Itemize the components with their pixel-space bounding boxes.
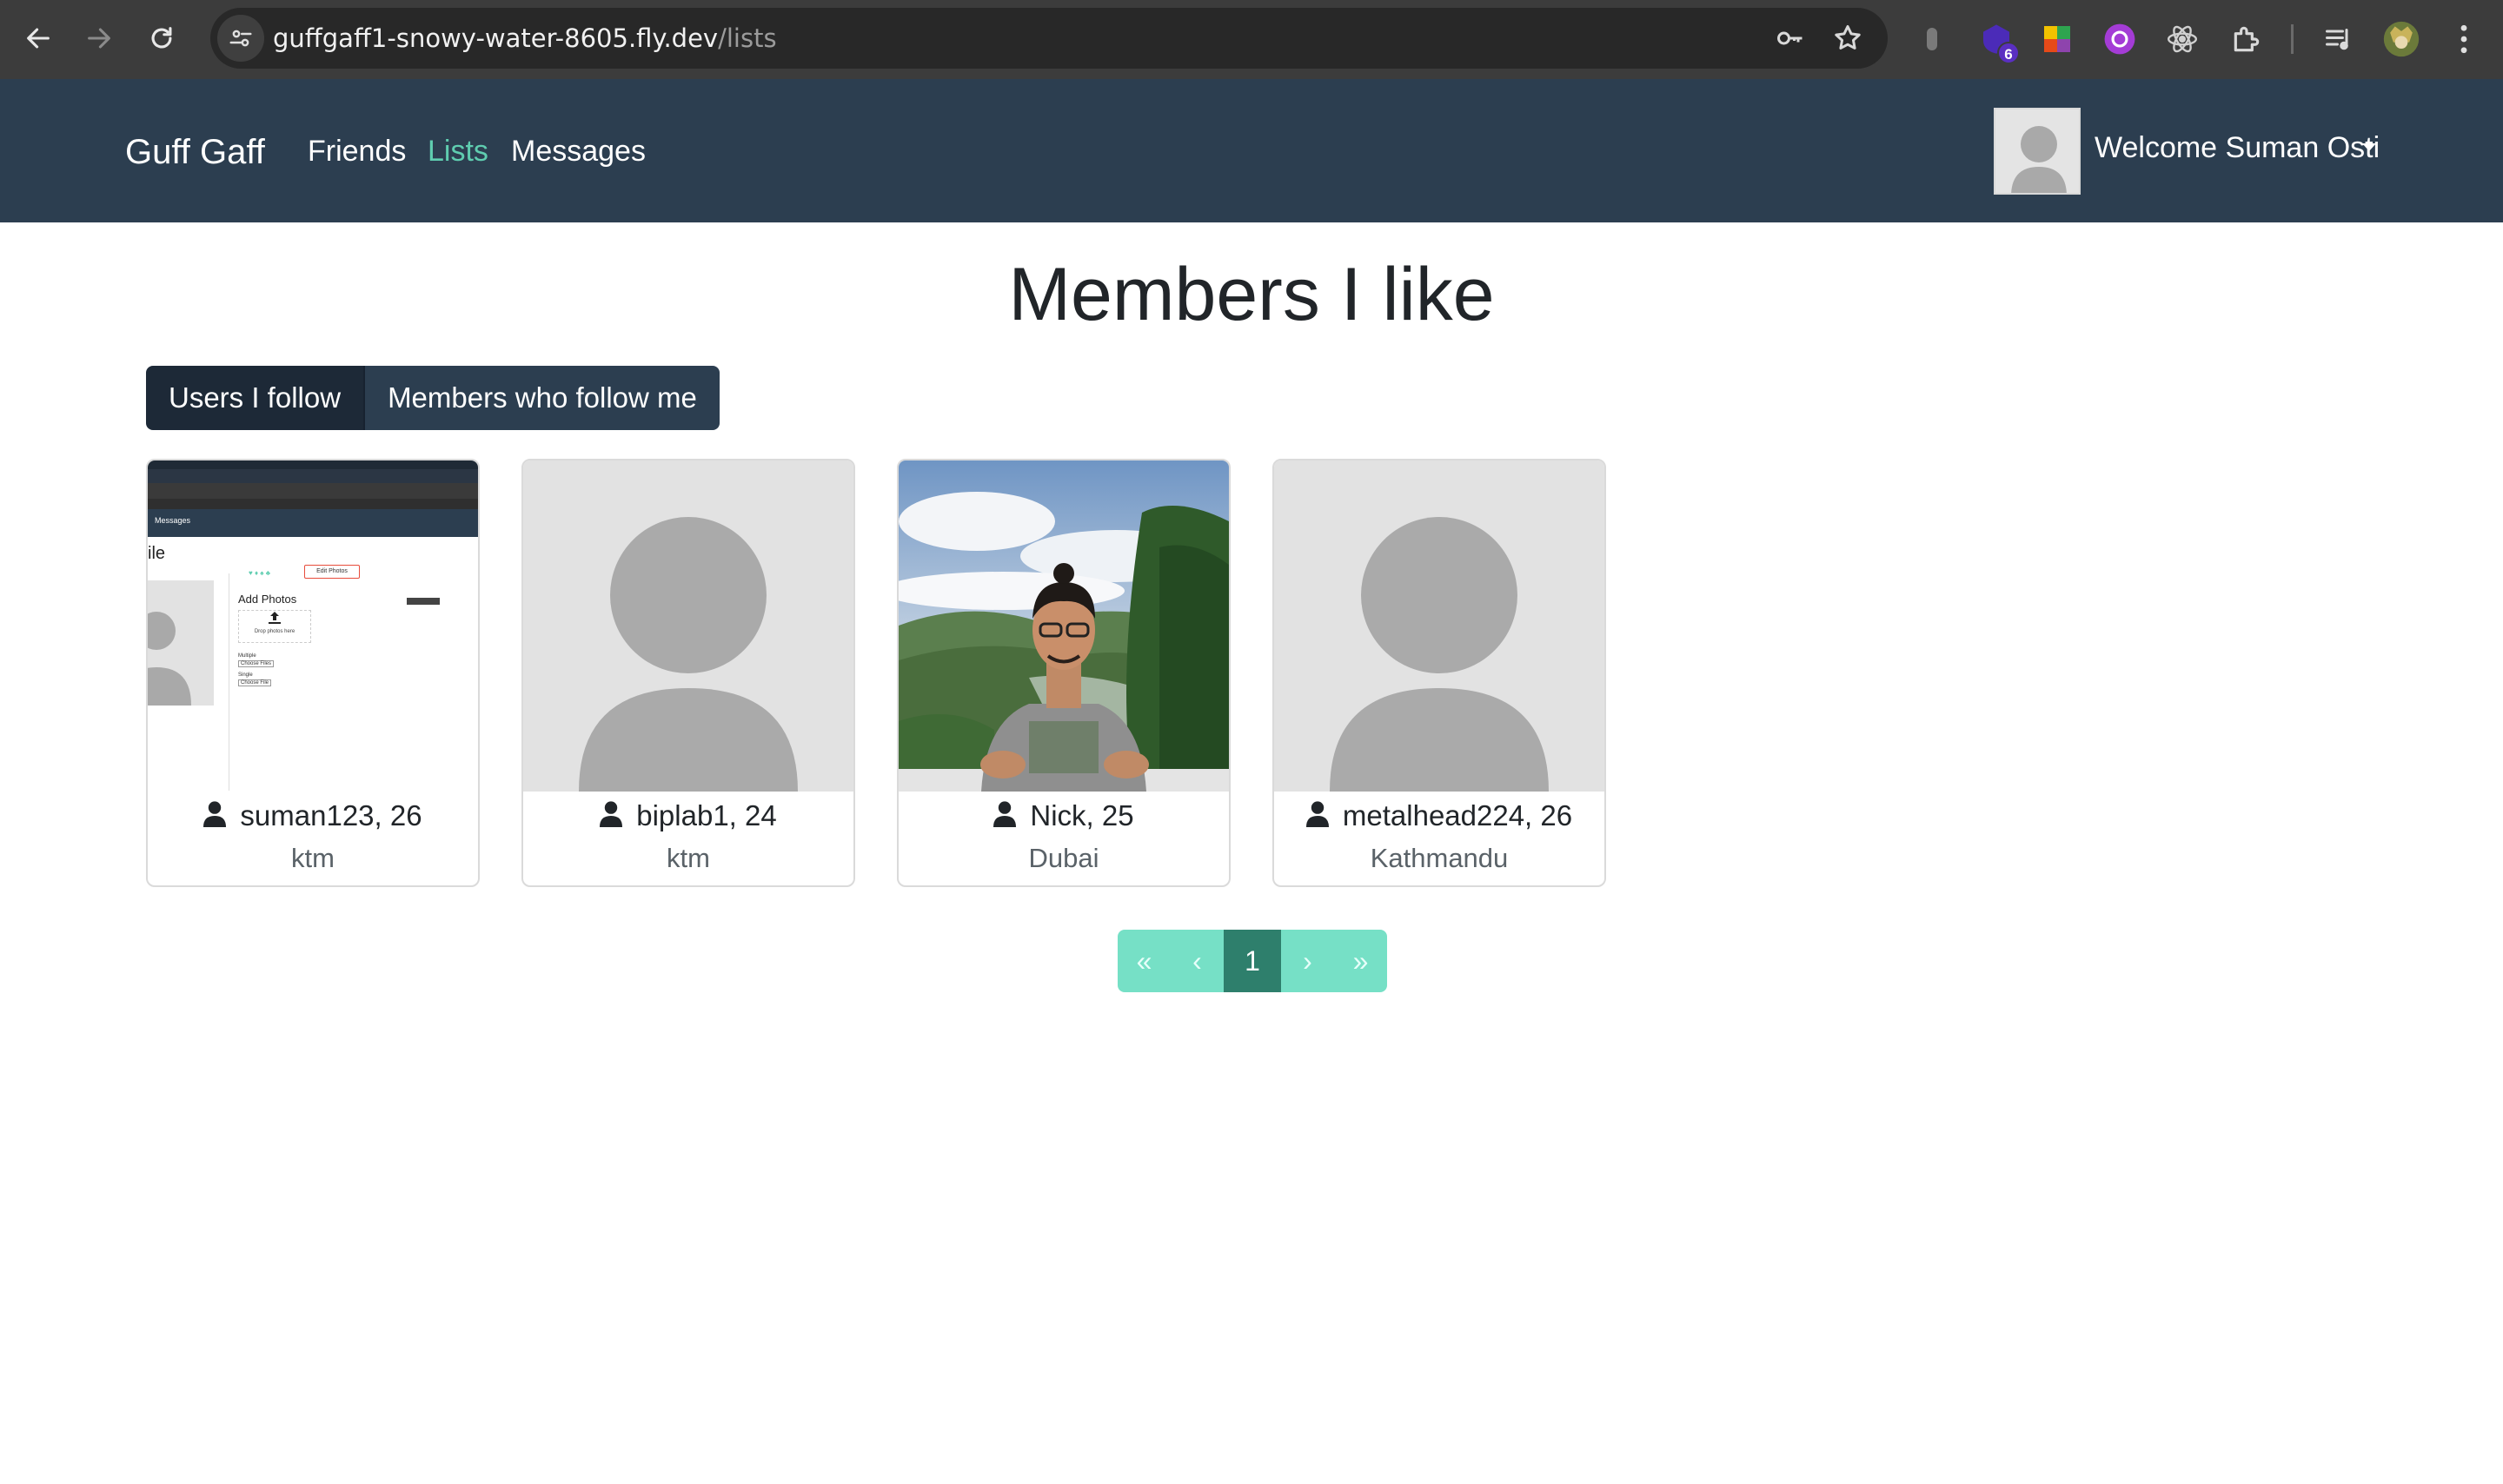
- extension-purple-icon[interactable]: [2100, 19, 2140, 59]
- default-avatar-icon: [579, 517, 798, 792]
- password-key-icon[interactable]: [1775, 23, 1806, 54]
- member-card[interactable]: Nick, 25 Dubai: [897, 459, 1231, 887]
- site-navbar: Guff Gaff Friends Lists Messages Welcome…: [0, 79, 2503, 222]
- back-icon[interactable]: [19, 19, 57, 57]
- nav-friends[interactable]: Friends: [308, 135, 406, 169]
- extension-shield-icon[interactable]: 6: [1976, 19, 2020, 64]
- react-devtools-icon[interactable]: [2162, 19, 2202, 59]
- address-bar[interactable]: guffgaff1-snowy-water-8605.fly.dev/lists: [210, 8, 1888, 69]
- thumbnail-edit-photos: Edit Photos: [304, 565, 360, 579]
- member-city: ktm: [667, 843, 710, 873]
- member-card[interactable]: biplab1, 24 ktm: [521, 459, 855, 887]
- site-settings-icon[interactable]: [217, 15, 264, 62]
- profile-avatar-icon[interactable]: [2381, 19, 2421, 59]
- person-icon: [600, 801, 623, 827]
- member-name-row: biplab1, 24: [523, 796, 853, 836]
- member-photo[interactable]: Messages ile ♥ ♦ ♠ ♣ Edit Photos Add Pho…: [148, 460, 478, 792]
- member-city: Kathmandu: [1370, 843, 1509, 873]
- list-filter-tabs: Users I follow Members who follow me: [146, 366, 720, 430]
- extension-gray-icon[interactable]: [1912, 19, 1952, 59]
- member-name-row: Nick, 25: [899, 796, 1229, 836]
- thumbnail-single: Single: [238, 672, 253, 678]
- member-photo[interactable]: [899, 460, 1229, 792]
- welcome-dropdown[interactable]: Welcome Suman Osti: [2095, 131, 2380, 165]
- reload-icon[interactable]: [143, 19, 181, 57]
- tab-members-who-follow-me[interactable]: Members who follow me: [365, 366, 720, 430]
- bookmark-star-icon[interactable]: [1832, 23, 1863, 54]
- page-last-button[interactable]: »: [1334, 930, 1387, 992]
- media-queue-icon[interactable]: [2319, 19, 2359, 59]
- person-icon: [1305, 801, 1329, 827]
- url-text: guffgaff1-snowy-water-8605.fly.dev/lists: [273, 23, 777, 53]
- member-photo[interactable]: [1274, 460, 1604, 792]
- extension-badge: 6: [1997, 42, 2020, 64]
- thumbnail-drop-text: Drop photos here: [254, 629, 295, 634]
- member-card[interactable]: metalhead224, 26 Kathmandu: [1272, 459, 1606, 887]
- member-name-age: Nick, 25: [1030, 799, 1134, 831]
- member-name-age: suman123, 26: [240, 799, 422, 831]
- thumbnail-messages-label: Messages: [155, 516, 191, 525]
- pagination: « ‹ 1 › »: [1118, 930, 1387, 992]
- extensions-puzzle-icon[interactable]: [2227, 19, 2267, 59]
- page-prev-button[interactable]: ‹: [1171, 930, 1224, 992]
- thumbnail-add-photos: Add Photos: [238, 593, 297, 606]
- page-title: Members I like: [1008, 253, 1495, 336]
- thumbnail-choose-files: Choose Files: [238, 660, 275, 667]
- person-icon: [203, 801, 227, 827]
- thumbnail-multiple: Multiple: [238, 653, 256, 659]
- browser-menu-icon[interactable]: [2444, 19, 2484, 59]
- thumbnail-choose-file: Choose File: [238, 679, 272, 686]
- portrait-photo: [899, 460, 1229, 792]
- page-next-button[interactable]: ›: [1281, 930, 1334, 992]
- brand-logo[interactable]: Guff Gaff: [125, 133, 265, 172]
- default-avatar-icon: [1330, 517, 1549, 792]
- member-card[interactable]: Messages ile ♥ ♦ ♠ ♣ Edit Photos Add Pho…: [146, 459, 480, 887]
- browser-toolbar: guffgaff1-snowy-water-8605.fly.dev/lists…: [0, 0, 2503, 79]
- chevron-down-icon[interactable]: [2362, 143, 2376, 151]
- member-photo[interactable]: [523, 460, 853, 792]
- page-first-button[interactable]: «: [1118, 930, 1171, 992]
- person-icon: [993, 801, 1017, 827]
- extension-color-icon[interactable]: [2037, 19, 2077, 59]
- nav-lists[interactable]: Lists: [428, 135, 488, 169]
- forward-icon[interactable]: [80, 19, 118, 57]
- tab-users-i-follow[interactable]: Users I follow: [146, 366, 366, 430]
- user-avatar[interactable]: [1994, 108, 2081, 195]
- page-current-button[interactable]: 1: [1224, 930, 1281, 992]
- member-name-row: suman123, 26: [148, 796, 478, 836]
- toolbar-divider: [2291, 24, 2294, 54]
- member-city: ktm: [291, 843, 335, 873]
- thumbnail-title: ile: [148, 544, 166, 563]
- nav-messages[interactable]: Messages: [511, 135, 646, 169]
- member-city: Dubai: [1028, 843, 1099, 873]
- member-name-age: biplab1, 24: [636, 799, 777, 831]
- member-name-age: metalhead224, 26: [1342, 799, 1573, 831]
- member-name-row: metalhead224, 26: [1274, 796, 1604, 836]
